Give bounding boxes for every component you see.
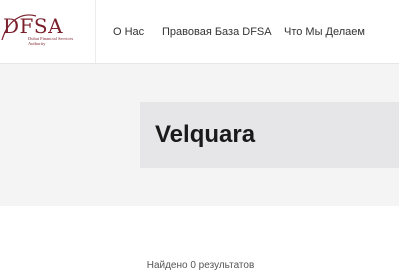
page-title: Velquara	[155, 121, 256, 148]
results-text: Найдено 0 результатов	[146, 260, 255, 271]
nav-item-what-we-do[interactable]: Что Мы Делаем	[284, 25, 365, 39]
logo-subtitle: Dubai Financial Services Authority	[28, 36, 74, 46]
search-results-count: Найдено 0 результатов	[0, 260, 399, 272]
nav-item-legal-base[interactable]: Правовая База DFSA	[162, 25, 272, 39]
nav-item-about[interactable]: О Нас	[113, 25, 144, 39]
logo-wordmark: DFSA	[3, 14, 64, 38]
dfsa-logo[interactable]: DFSA Dubai Financial Services Authority	[0, 0, 96, 63]
site-header: DFSA Dubai Financial Services Authority …	[0, 0, 399, 64]
page-title-box: Velquara	[140, 102, 399, 168]
